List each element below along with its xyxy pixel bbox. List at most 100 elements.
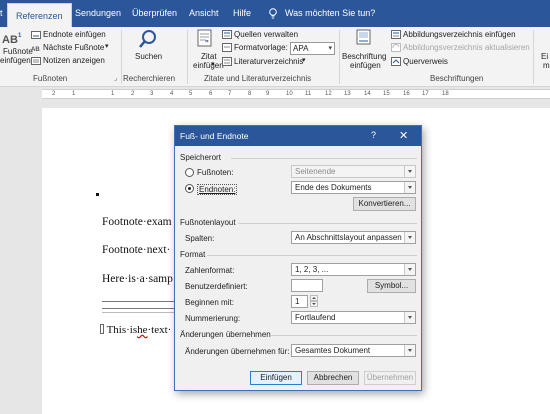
close-icon[interactable]: ✕: [399, 129, 408, 142]
zitat-dropdown-icon[interactable]: ▾: [211, 60, 215, 68]
chevron-down-icon: [404, 232, 415, 243]
insert-caption-icon[interactable]: [355, 29, 373, 49]
group-label-recherchieren: Recherchieren: [123, 74, 176, 83]
tab-hilfe[interactable]: Hilfe: [233, 0, 251, 27]
tab-ansicht[interactable]: Ansicht: [189, 0, 219, 27]
update-table-icon: [391, 43, 401, 52]
abbrechen-button[interactable]: Abbrechen: [307, 371, 359, 385]
naechste-fussnote-dropdown-icon[interactable]: ▾: [105, 42, 109, 50]
bibliography-icon: [222, 57, 232, 66]
chevron-down-icon: [404, 312, 415, 323]
fussnote-einfuegen-label2[interactable]: einfügen: [0, 56, 31, 65]
chevron-down-icon: [404, 182, 415, 193]
ribbon-tab-bar: t Referenzen Sendungen Überprüfen Ansich…: [0, 0, 550, 27]
next-group-label1[interactable]: Ei: [541, 52, 548, 61]
chevron-down-icon: [404, 166, 415, 177]
horizontal-ruler[interactable]: 2 1 1 2 3 4 5 6 7 8 9 10 11 12 13 14 15 …: [0, 87, 550, 101]
dialog-title-bar[interactable]: Fuß- und Endnote ? ✕: [175, 126, 421, 146]
endnote-einfuegen-button[interactable]: Endnote einfügen: [43, 30, 106, 39]
nummerierung-select[interactable]: Fortlaufend: [291, 311, 416, 324]
next-group-label2[interactable]: m: [543, 61, 550, 70]
tab-referenzen[interactable]: Referenzen: [7, 3, 72, 27]
querverweis-button[interactable]: Querverweis: [403, 57, 448, 66]
benutzerdefiniert-input[interactable]: [291, 279, 323, 292]
aenderungen-fuer-select[interactable]: Gesamtes Dokument: [291, 344, 416, 357]
endnoten-position-select[interactable]: Ende des Dokuments: [291, 181, 416, 194]
konvertieren-button[interactable]: Konvertieren...: [353, 197, 416, 211]
beginnen-mit-stepper[interactable]: [310, 295, 318, 308]
misspelled-word[interactable]: he: [137, 324, 147, 336]
paragraph-mark: [96, 193, 99, 196]
notizen-anzeigen-button[interactable]: Notizen anzeigen: [43, 56, 105, 65]
cross-reference-icon: [391, 57, 401, 66]
fussnoten-label: Fußnoten:: [197, 168, 234, 177]
ruler-number: 17: [422, 91, 429, 97]
suchen-button[interactable]: Suchen: [135, 52, 162, 61]
ruler-number: 10: [286, 91, 293, 97]
svg-text:AB: AB: [31, 47, 40, 52]
lightbulb-icon[interactable]: [268, 8, 278, 19]
tab-sendungen[interactable]: Sendungen: [75, 0, 121, 27]
dialog-launcher-icon[interactable]: ⌟: [114, 74, 117, 82]
nummerierung-value: Fortlaufend: [295, 313, 336, 322]
search-icon[interactable]: [138, 29, 158, 49]
citation-icon[interactable]: ": [196, 29, 214, 47]
literaturverzeichnis-button[interactable]: Literaturverzeichnis: [234, 57, 303, 66]
endnote-icon: [31, 31, 41, 39]
manage-sources-icon: [222, 30, 232, 39]
radio-endnoten[interactable]: [185, 184, 194, 193]
formatvorlage-select[interactable]: APA ▾: [290, 42, 335, 55]
beginnen-mit-value: 1: [295, 297, 300, 306]
radio-fussnoten[interactable]: [185, 168, 194, 177]
section-divider: [207, 255, 417, 256]
footnote-text-prefix: This·is: [106, 324, 138, 336]
nummerierung-label: Nummerierung:: [185, 314, 241, 323]
naechste-fussnote-button[interactable]: Nächste Fußnote: [43, 43, 104, 52]
section-fussnotenlayout: Fußnotenlayout: [180, 218, 236, 227]
section-speicherort: Speicherort: [180, 153, 221, 162]
section-format: Format: [180, 250, 206, 259]
help-icon[interactable]: ?: [371, 130, 376, 140]
ruler-number: 7: [228, 91, 232, 97]
benutzerdefiniert-label: Benutzerdefiniert:: [185, 282, 248, 291]
beschriftung-einfuegen-label1[interactable]: Beschriftung: [342, 52, 386, 61]
document-line[interactable]: Footnote·next·: [102, 244, 170, 256]
quellen-verwalten-button[interactable]: Quellen verwalten: [234, 30, 298, 39]
footnote-reference-box: [100, 324, 104, 334]
fussnote-einfuegen-label1[interactable]: Fußnote: [3, 47, 33, 56]
footnote-text[interactable]: This·ishe·text·: [100, 324, 171, 336]
chevron-down-icon: [404, 345, 415, 356]
tab-previous[interactable]: t: [0, 0, 3, 27]
chevron-down-icon[interactable]: [310, 301, 318, 307]
einfuegen-button[interactable]: Einfügen: [250, 371, 302, 385]
table-of-figures-icon: [391, 30, 401, 39]
ruler-number: 9: [266, 91, 270, 97]
aenderungen-fuer-value: Gesamtes Dokument: [295, 346, 371, 355]
abbildungsverzeichnis-einfuegen-button[interactable]: Abbildungsverzeichnis einfügen: [403, 30, 516, 39]
symbol-button[interactable]: Symbol...: [367, 279, 416, 293]
abbildungsverzeichnis-aktualisieren-button[interactable]: Abbildungsverzeichnis aktualisieren: [403, 43, 530, 52]
tell-me-search[interactable]: Was möchten Sie tun?: [285, 0, 375, 27]
fussnoten-position-select[interactable]: Seitenende: [291, 165, 416, 178]
tab-ueberpruefen[interactable]: Überprüfen: [132, 0, 177, 27]
footnote-text-rest: ·text·: [147, 324, 172, 336]
literaturverzeichnis-dropdown-icon[interactable]: ▾: [302, 56, 306, 64]
beginnen-mit-label: Beginnen mit:: [185, 298, 234, 307]
footnote-endnote-dialog: Fuß- und Endnote ? ✕ Speicherort Fußnote…: [174, 125, 422, 391]
group-separator: [187, 30, 188, 84]
document-line[interactable]: Here·is·a·samp: [102, 273, 173, 285]
zahlenformat-select[interactable]: 1, 2, 3, ...: [291, 263, 416, 276]
ruler-number: 4: [170, 91, 174, 97]
spalten-select[interactable]: An Abschnittslayout anpassen: [291, 231, 416, 244]
style-icon: [222, 43, 232, 52]
beschriftung-einfuegen-label2[interactable]: einfügen: [350, 61, 381, 70]
document-line[interactable]: Footnote·exam: [102, 216, 172, 228]
ruler-number: 15: [383, 91, 390, 97]
zitat-einfuegen-label2[interactable]: einfügen: [193, 61, 224, 70]
footnote-insert-icon[interactable]: AB 1: [2, 31, 26, 46]
group-label-fussnoten: Fußnoten: [33, 74, 68, 83]
ruler-number: 11: [305, 91, 312, 97]
beginnen-mit-input[interactable]: 1: [291, 295, 308, 308]
ruler-number: 2: [52, 91, 56, 97]
uebernehmen-button[interactable]: Übernehmen: [364, 371, 416, 385]
